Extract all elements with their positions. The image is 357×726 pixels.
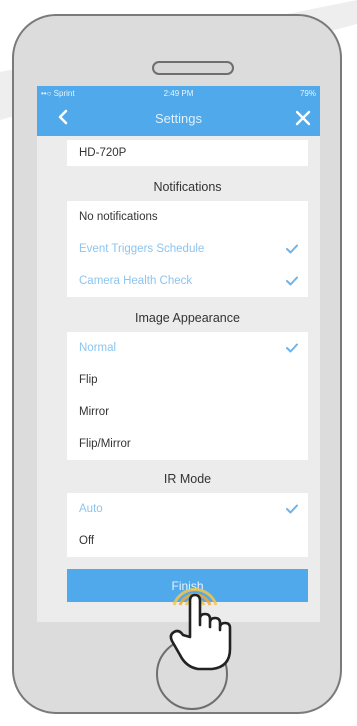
resolution-card: HD-720P — [67, 140, 308, 166]
appearance-item-normal[interactable]: Normal — [67, 332, 308, 364]
image-appearance-title: Image Appearance — [135, 311, 240, 325]
appearance-item-mirror[interactable]: Mirror — [67, 396, 308, 428]
resolution-row[interactable]: HD-720P — [67, 137, 308, 169]
header-bar: ••○ Sprint 2:49 PM 79% Settings — [37, 86, 320, 136]
tap-hand-icon — [169, 588, 232, 671]
appearance-item-flip[interactable]: Flip — [67, 364, 308, 396]
status-time: 2:49 PM — [163, 89, 194, 98]
resolution-value: HD-720P — [79, 147, 127, 159]
checkmark-icon — [286, 343, 298, 353]
notification-item-camera-health[interactable]: Camera Health Check — [67, 265, 308, 297]
ir-label: Off — [79, 535, 95, 547]
ir-mode-title: IR Mode — [163, 472, 212, 486]
ir-mode-card: Auto Off — [67, 493, 308, 557]
ir-label: Auto — [79, 503, 103, 515]
notification-item-event-triggers[interactable]: Event Triggers Schedule — [67, 233, 308, 265]
page-title: Settings — [155, 111, 202, 126]
notifications-card: No notifications Event Triggers Schedule… — [67, 201, 308, 297]
status-battery: 79% — [299, 89, 316, 98]
phone-screen: ••○ Sprint 2:49 PM 79% Settings HD-720P … — [37, 86, 320, 622]
notifications-title: Notifications — [153, 180, 222, 194]
appearance-item-flip-mirror[interactable]: Flip/Mirror — [67, 428, 308, 460]
ir-item-auto[interactable]: Auto — [67, 493, 308, 525]
notification-item-none[interactable]: No notifications — [67, 201, 308, 233]
checkmark-icon — [286, 504, 298, 514]
notification-label: Camera Health Check — [79, 275, 193, 287]
appearance-label: Flip/Mirror — [79, 438, 131, 450]
appearance-label: Mirror — [79, 406, 110, 418]
checkmark-icon — [286, 276, 298, 286]
appearance-label: Normal — [79, 342, 117, 354]
image-appearance-card: Normal Flip Mirror Flip/Mirror — [67, 332, 308, 460]
appearance-label: Flip — [79, 374, 98, 386]
checkmark-icon — [286, 244, 298, 254]
ir-item-off[interactable]: Off — [67, 525, 308, 557]
close-icon[interactable] — [294, 109, 312, 127]
phone-speaker — [152, 61, 234, 75]
notification-label: Event Triggers Schedule — [79, 243, 205, 255]
notification-label: No notifications — [79, 211, 158, 223]
